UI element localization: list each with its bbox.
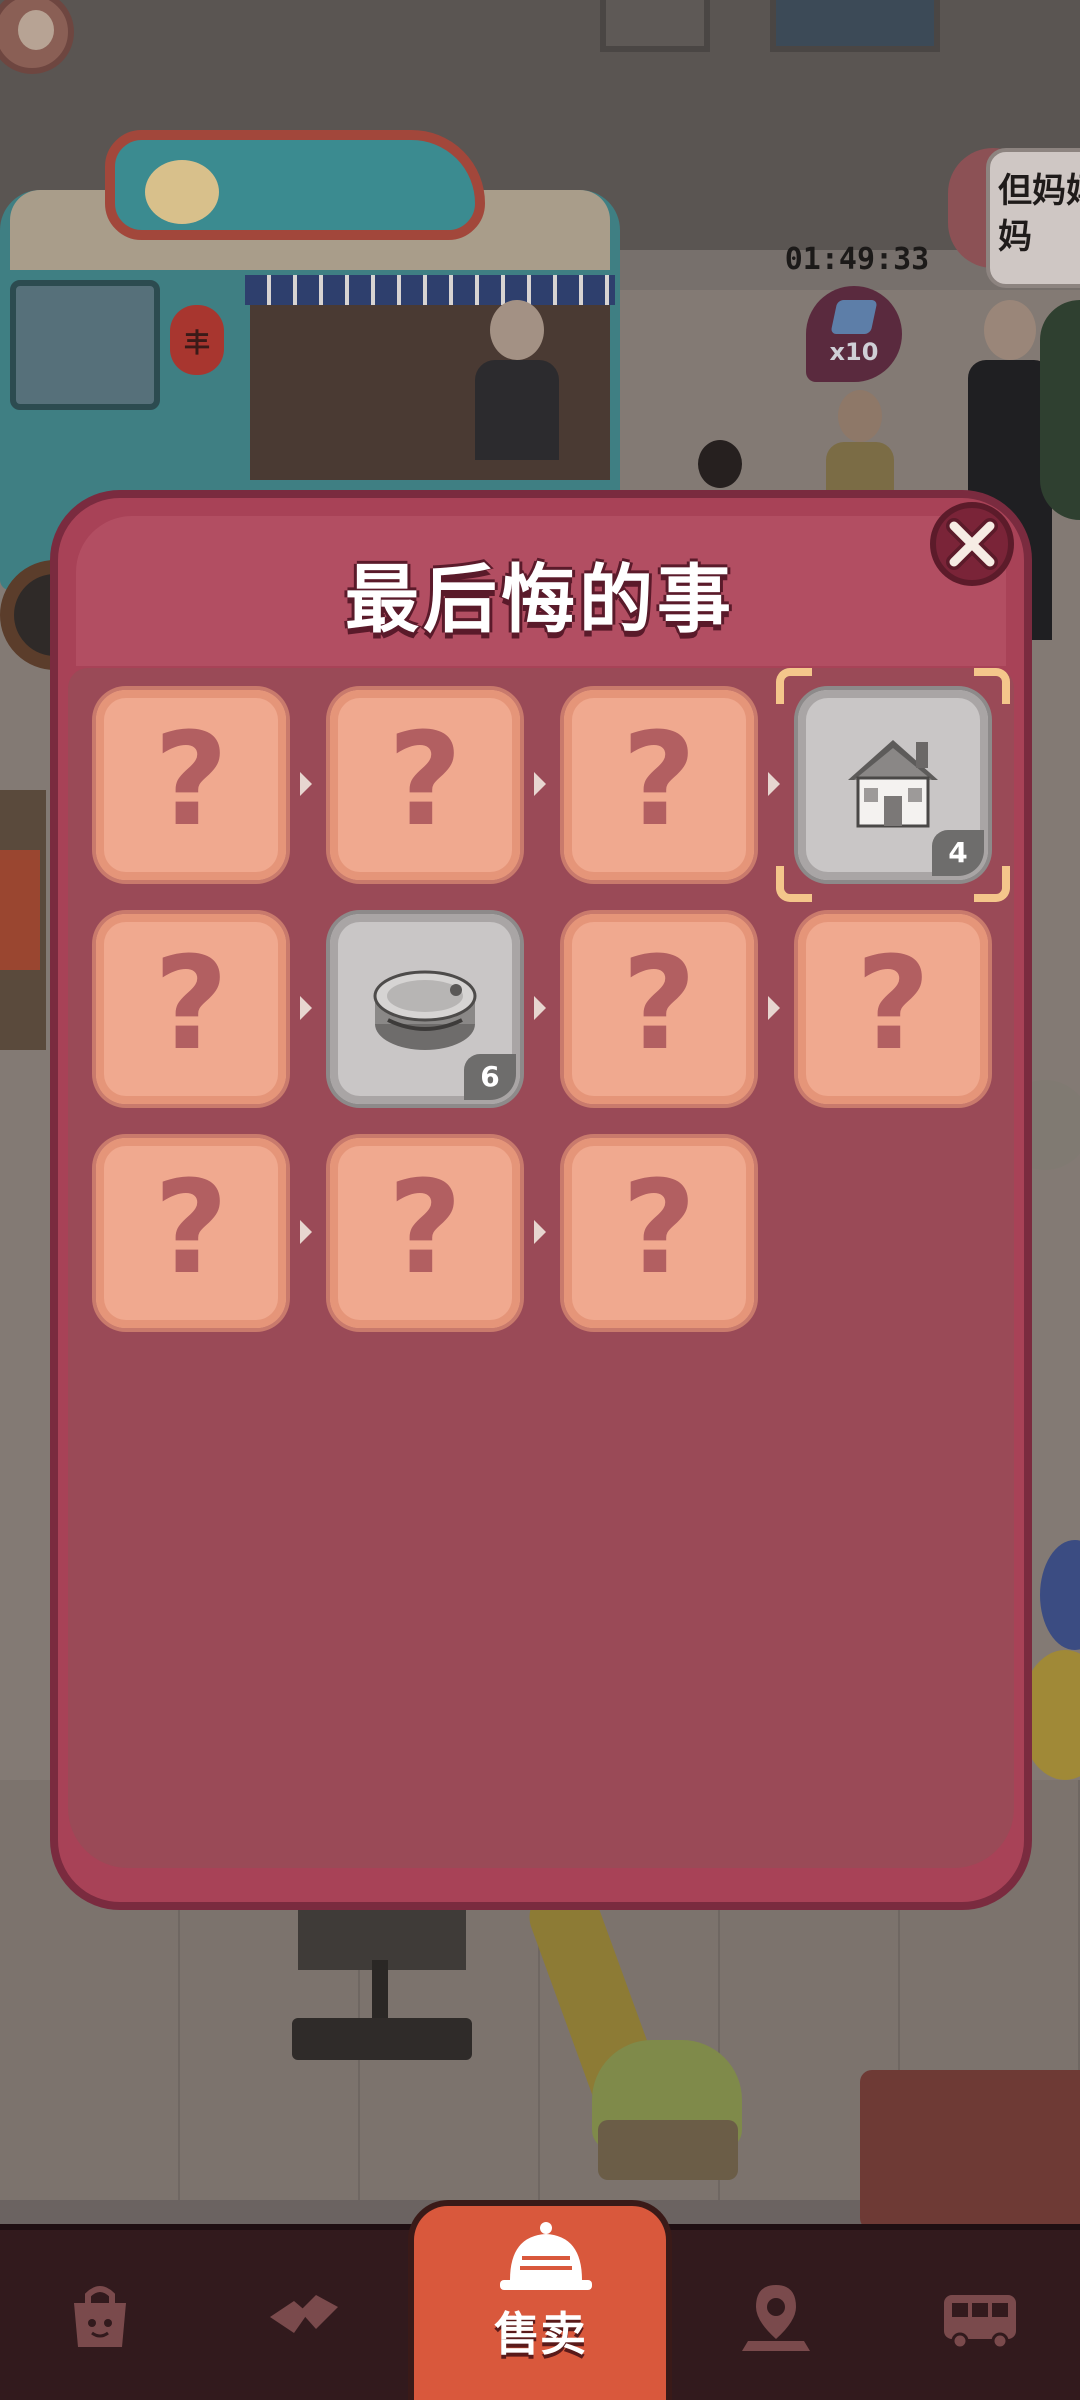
hot-stall bbox=[860, 2070, 1080, 2230]
map-pin-icon bbox=[742, 2285, 810, 2351]
lantern-icon bbox=[170, 305, 224, 375]
nav-shop-button[interactable] bbox=[40, 2262, 160, 2372]
question-mark-icon: ? bbox=[621, 706, 697, 855]
chevron-right-icon bbox=[300, 772, 312, 796]
question-mark-icon: ? bbox=[621, 930, 697, 1079]
locked-item-tile[interactable]: ? bbox=[330, 1138, 520, 1328]
bush bbox=[1040, 300, 1080, 520]
locked-item-tile[interactable]: ? bbox=[564, 1138, 754, 1328]
shop-bag-icon bbox=[74, 2286, 126, 2347]
nav-sell-label: 售卖 bbox=[494, 2307, 586, 2361]
gem-reward-badge[interactable]: x10 bbox=[806, 286, 902, 382]
question-mark-icon: ? bbox=[153, 1154, 229, 1303]
question-mark-icon: ? bbox=[387, 706, 463, 855]
bus-icon bbox=[944, 2295, 1016, 2350]
nav-social-button[interactable] bbox=[244, 2262, 364, 2372]
cook-character bbox=[470, 300, 560, 460]
nav-map-button[interactable] bbox=[716, 2262, 836, 2372]
handshake-icon bbox=[270, 2295, 338, 2333]
gem-reward-count: x10 bbox=[829, 338, 879, 366]
tin-can-icon bbox=[373, 970, 477, 1050]
nav-sell-button[interactable]: 售卖 bbox=[408, 2200, 672, 2400]
bench bbox=[600, 0, 710, 52]
chevron-right-icon bbox=[300, 1220, 312, 1244]
item-level-badge: 6 bbox=[464, 1054, 516, 1100]
nav-bus-button[interactable] bbox=[920, 2262, 1040, 2372]
collection-row: ? ? ? 4 bbox=[96, 668, 1010, 914]
event-timer: 01:49:33 bbox=[784, 242, 930, 277]
close-button[interactable] bbox=[930, 502, 1014, 586]
close-icon bbox=[946, 518, 998, 570]
locked-item-tile[interactable]: ? bbox=[564, 914, 754, 1104]
question-mark-icon: ? bbox=[153, 930, 229, 1079]
chevron-right-icon bbox=[534, 1220, 546, 1244]
question-mark-icon: ? bbox=[153, 706, 229, 855]
chevron-right-icon bbox=[534, 996, 546, 1020]
speech-bubble[interactable]: 但妈妈 妈 bbox=[986, 148, 1080, 288]
smiley-face-icon bbox=[145, 160, 219, 224]
chevron-right-icon bbox=[534, 772, 546, 796]
speech-text-line: 妈 bbox=[998, 217, 1032, 257]
food-truck-window bbox=[10, 280, 160, 410]
unlocked-item-tile[interactable]: 6 bbox=[330, 914, 520, 1104]
question-mark-icon: ? bbox=[621, 1154, 697, 1303]
modal-title: 最后悔的事 bbox=[345, 557, 735, 643]
gem-icon bbox=[830, 300, 878, 334]
collection-grid: ? ? ? 4 ? 6 ? ? ? ? ? bbox=[96, 668, 1010, 1362]
locked-item-tile[interactable]: ? bbox=[96, 914, 286, 1104]
speech-text-line: 但妈妈 bbox=[998, 171, 1080, 211]
unlocked-item-tile[interactable]: 4 bbox=[776, 668, 1010, 902]
customer-character bbox=[0, 790, 46, 1050]
locked-item-tile[interactable]: ? bbox=[330, 690, 520, 880]
planter bbox=[598, 2120, 738, 2180]
chevron-right-icon bbox=[300, 996, 312, 1020]
selection-frame bbox=[776, 668, 1010, 902]
question-mark-icon: ? bbox=[387, 1154, 463, 1303]
locked-item-tile[interactable]: ? bbox=[564, 690, 754, 880]
bench bbox=[770, 0, 940, 52]
collection-row: ? 6 ? ? bbox=[96, 914, 990, 1138]
locked-item-tile[interactable]: ? bbox=[798, 914, 988, 1104]
collection-row: ? ? ? bbox=[96, 1138, 990, 1362]
chevron-right-icon bbox=[768, 996, 780, 1020]
locked-item-tile[interactable]: ? bbox=[96, 690, 286, 880]
sell-bell-icon bbox=[500, 2222, 592, 2290]
menu-board-base bbox=[292, 2018, 472, 2060]
locked-item-tile[interactable]: ? bbox=[96, 1138, 286, 1328]
question-mark-icon: ? bbox=[855, 930, 931, 1079]
